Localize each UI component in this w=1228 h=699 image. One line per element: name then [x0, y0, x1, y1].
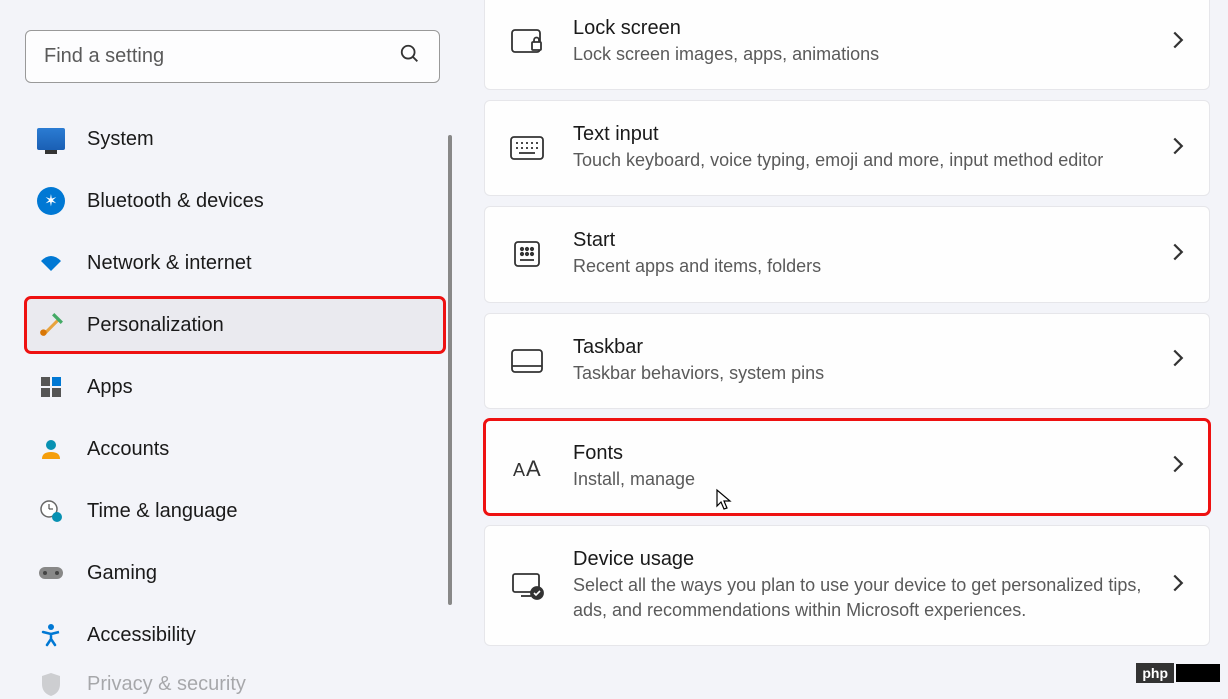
person-icon: [37, 435, 65, 463]
card-desc: Recent apps and items, folders: [573, 254, 1171, 279]
card-body: Fonts Install, manage: [573, 442, 1171, 492]
search-box[interactable]: [25, 30, 440, 83]
card-body: Taskbar Taskbar behaviors, system pins: [573, 336, 1171, 386]
card-title: Fonts: [573, 442, 1171, 465]
device-usage-icon: [509, 568, 545, 604]
card-title: Device usage: [573, 548, 1171, 571]
card-body: Device usage Select all the ways you pla…: [573, 548, 1171, 623]
search-input[interactable]: [44, 45, 399, 68]
watermark-box: [1176, 664, 1220, 682]
card-desc: Select all the ways you plan to use your…: [573, 573, 1171, 623]
gamepad-icon: [37, 559, 65, 587]
sidebar-item-label: Privacy & security: [87, 673, 246, 696]
sidebar-item-label: Gaming: [87, 562, 157, 585]
fonts-icon: AA: [509, 449, 545, 485]
sidebar-item-gaming[interactable]: Gaming: [25, 545, 445, 601]
settings-main: Lock screen Lock screen images, apps, an…: [460, 0, 1228, 691]
chevron-right-icon: [1171, 242, 1185, 267]
chevron-right-icon: [1171, 573, 1185, 598]
start-grid-icon: [509, 236, 545, 272]
sidebar-item-privacy[interactable]: Privacy & security: [25, 669, 445, 699]
keyboard-icon: [509, 130, 545, 166]
card-lock-screen[interactable]: Lock screen Lock screen images, apps, an…: [484, 0, 1210, 90]
sidebar-item-label: Personalization: [87, 314, 224, 337]
bluetooth-icon: ✶: [37, 187, 65, 215]
sidebar-item-label: Accounts: [87, 438, 169, 461]
wifi-icon: [37, 249, 65, 277]
card-device-usage[interactable]: Device usage Select all the ways you pla…: [484, 525, 1210, 646]
shield-icon: [37, 670, 65, 698]
sidebar-item-apps[interactable]: Apps: [25, 359, 445, 415]
sidebar-item-network[interactable]: Network & internet: [25, 235, 445, 291]
card-text-input[interactable]: Text input Touch keyboard, voice typing,…: [484, 100, 1210, 196]
card-desc: Touch keyboard, voice typing, emoji and …: [573, 148, 1171, 173]
sidebar-item-time-language[interactable]: Time & language: [25, 483, 445, 539]
sidebar-item-bluetooth[interactable]: ✶ Bluetooth & devices: [25, 173, 445, 229]
watermark-text: php: [1136, 663, 1174, 683]
card-fonts[interactable]: AA Fonts Install, manage: [484, 419, 1210, 515]
svg-text:A: A: [526, 456, 541, 481]
card-desc: Lock screen images, apps, animations: [573, 42, 1171, 67]
sidebar-item-label: Network & internet: [87, 252, 252, 275]
card-title: Start: [573, 229, 1171, 252]
card-body: Lock screen Lock screen images, apps, an…: [573, 17, 1171, 67]
sidebar-scrollbar[interactable]: [448, 135, 452, 605]
sidebar-item-system[interactable]: System: [25, 111, 445, 167]
card-title: Lock screen: [573, 17, 1171, 40]
card-body: Text input Touch keyboard, voice typing,…: [573, 123, 1171, 173]
sidebar-item-accounts[interactable]: Accounts: [25, 421, 445, 477]
card-taskbar[interactable]: Taskbar Taskbar behaviors, system pins: [484, 313, 1210, 409]
chevron-right-icon: [1171, 348, 1185, 373]
card-title: Text input: [573, 123, 1171, 146]
sidebar-item-label: System: [87, 128, 154, 151]
card-body: Start Recent apps and items, folders: [573, 229, 1171, 279]
chevron-right-icon: [1171, 454, 1185, 479]
card-start[interactable]: Start Recent apps and items, folders: [484, 206, 1210, 302]
clock-globe-icon: [37, 497, 65, 525]
watermark: php: [1136, 663, 1220, 683]
sidebar-item-label: Apps: [87, 376, 133, 399]
accessibility-icon: [37, 621, 65, 649]
apps-icon: [37, 373, 65, 401]
system-icon: [37, 125, 65, 153]
taskbar-icon: [509, 343, 545, 379]
svg-text:A: A: [513, 460, 525, 480]
card-desc: Install, manage: [573, 467, 1171, 492]
sidebar-item-label: Accessibility: [87, 624, 196, 647]
sidebar-item-label: Time & language: [87, 500, 237, 523]
paintbrush-icon: [37, 311, 65, 339]
nav-list: System ✶ Bluetooth & devices Network & i…: [25, 111, 440, 699]
sidebar-item-accessibility[interactable]: Accessibility: [25, 607, 445, 663]
lock-screen-icon: [509, 24, 545, 60]
sidebar-item-personalization[interactable]: Personalization: [25, 297, 445, 353]
chevron-right-icon: [1171, 136, 1185, 161]
sidebar-item-label: Bluetooth & devices: [87, 190, 264, 213]
card-title: Taskbar: [573, 336, 1171, 359]
card-desc: Taskbar behaviors, system pins: [573, 361, 1171, 386]
chevron-right-icon: [1171, 30, 1185, 55]
search-icon: [399, 43, 421, 70]
settings-sidebar: System ✶ Bluetooth & devices Network & i…: [0, 0, 460, 691]
